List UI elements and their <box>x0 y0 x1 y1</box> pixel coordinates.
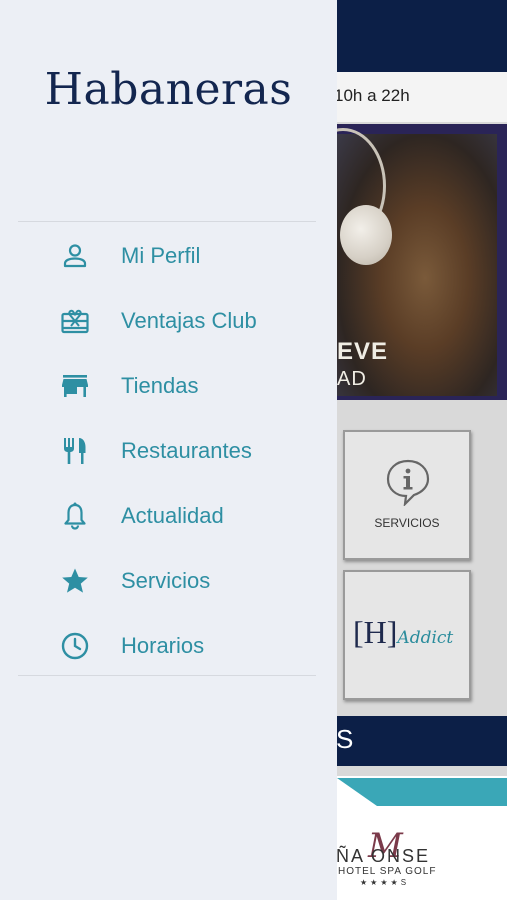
hotel-ad-accent <box>337 778 507 806</box>
h-addict-logo-script: Addict <box>397 628 454 648</box>
star-icon <box>60 566 90 596</box>
clock-icon <box>60 631 90 661</box>
menu-item-label: Horarios <box>121 633 205 658</box>
fork-knife-icon <box>60 436 90 466</box>
menu-item-label: Restaurantes <box>121 438 252 463</box>
servicios-card[interactable]: SERVICIOS <box>343 430 471 560</box>
menu-item-ventajas-club[interactable]: Ventajas Club <box>0 288 337 353</box>
navigation-drawer: Habaneras Mi Perfil Ventajas Club Tienda… <box>0 0 337 900</box>
menu-item-label: Mi Perfil <box>121 243 201 268</box>
h-addict-logo: [H]Addict <box>353 614 453 651</box>
h-addict-card[interactable]: [H]Addict <box>343 570 471 700</box>
drawer-menu: Mi Perfil Ventajas Club Tiendas Restaura… <box>0 223 337 678</box>
menu-item-label: Ventajas Club <box>121 308 257 333</box>
bottom-divider <box>18 675 316 676</box>
gift-card-icon <box>60 306 90 336</box>
menu-item-mi-perfil[interactable]: Mi Perfil <box>0 223 337 288</box>
hotel-logo-stars: ★★★★S <box>360 878 410 887</box>
menu-item-servicios[interactable]: Servicios <box>0 548 337 613</box>
hotel-logo-subtitle: HOTEL SPA GOLF <box>338 866 437 877</box>
info-chat-icon <box>385 458 431 506</box>
hotel-logo-name: ÑA ONSE <box>336 846 431 866</box>
brand-logo: Habaneras <box>44 64 293 115</box>
menu-item-label: Actualidad <box>121 503 224 528</box>
promo-banner-title: EVE <box>337 338 389 365</box>
earmuff-image <box>340 205 392 265</box>
section-header-title: S <box>336 724 354 754</box>
person-icon <box>60 241 90 271</box>
menu-item-label: Servicios <box>121 568 211 593</box>
menu-item-restaurantes[interactable]: Restaurantes <box>0 418 337 483</box>
servicios-card-label: SERVICIOS <box>374 516 440 530</box>
menu-item-horarios[interactable]: Horarios <box>0 613 337 678</box>
bell-icon <box>60 501 90 531</box>
top-divider <box>18 221 316 222</box>
store-icon <box>60 371 90 401</box>
menu-item-actualidad[interactable]: Actualidad <box>0 483 337 548</box>
menu-item-label: Tiendas <box>121 373 199 398</box>
promo-banner-subtitle: AD <box>337 368 367 390</box>
menu-item-tiendas[interactable]: Tiendas <box>0 353 337 418</box>
h-addict-logo-main: [H] <box>353 614 398 650</box>
